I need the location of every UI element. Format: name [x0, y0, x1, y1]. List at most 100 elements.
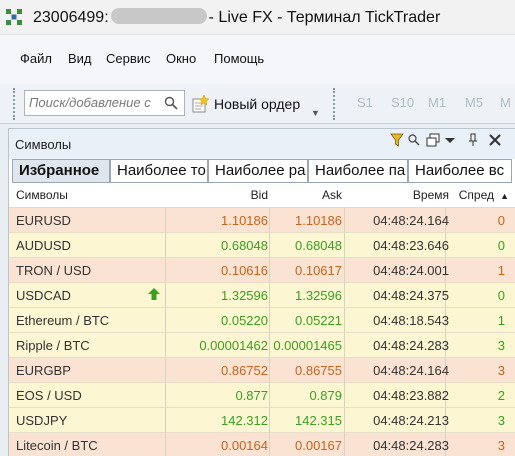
- column-divider: [344, 358, 345, 383]
- col-header-spread[interactable]: Спред: [459, 188, 494, 202]
- column-divider: [165, 308, 166, 333]
- table-row[interactable]: USDJPY 142.312 142.315 04:48:24.213 3: [9, 408, 515, 433]
- time-cell: 04:48:18.543: [373, 313, 449, 328]
- tab-most-rising[interactable]: Наиболее ра: [208, 159, 308, 183]
- table-row[interactable]: EURUSD 1.10186 1.10186 04:48:24.164 0: [9, 208, 515, 233]
- sort-ascending-icon: ▲: [500, 191, 509, 201]
- tab-most-traded[interactable]: Наиболее то: [110, 159, 208, 183]
- spread-cell: 1: [497, 263, 505, 278]
- spread-cell: 0: [497, 238, 505, 253]
- price-up-arrow-icon: [148, 288, 160, 300]
- new-order-icon: [192, 94, 210, 113]
- column-divider: [165, 258, 166, 283]
- timeframe-m[interactable]: M: [500, 95, 511, 110]
- column-divider: [269, 383, 270, 408]
- column-divider: [269, 333, 270, 358]
- panel-menu-chevron-down-icon[interactable]: [443, 133, 457, 147]
- time-cell: 04:48:24.001: [373, 263, 449, 278]
- symbols-panel: Символы Избранное Наиболее то Наиболее р…: [8, 128, 515, 456]
- window-title-suffix: - Live FX - Терминал TickTrader: [208, 9, 441, 26]
- table-row[interactable]: Ripple / BTC 0.00001462 0.00001465 04:48:24…: [9, 333, 515, 358]
- col-header-symbol[interactable]: Символы: [16, 188, 68, 202]
- table-row[interactable]: USDCAD 1.32596 1.32596 04:48:24.375 0: [9, 283, 515, 308]
- tab-most-falling[interactable]: Наиболее па: [308, 159, 408, 183]
- symbol-cell: AUDUSD: [16, 238, 71, 253]
- col-header-time[interactable]: Время: [413, 188, 449, 202]
- filter-icon[interactable]: [390, 133, 404, 147]
- column-divider: [165, 433, 166, 456]
- close-icon[interactable]: [488, 133, 502, 147]
- table-row[interactable]: TRON / USD 0.10616 0.10617 04:48:24.001 1: [9, 258, 515, 283]
- table-row[interactable]: EOS / USD 0.877 0.879 04:48:23.882 2: [9, 383, 515, 408]
- column-divider: [344, 383, 345, 408]
- bid-cell: 0.00001462: [199, 338, 268, 353]
- symbol-cell: EOS / USD: [16, 388, 82, 403]
- col-header-ask[interactable]: Ask: [322, 188, 342, 202]
- column-divider: [269, 433, 270, 456]
- toolbar: Новый ордер ▼ S1 S10 M1 M5 M: [0, 84, 515, 124]
- column-divider: [165, 383, 166, 408]
- toolbar-overflow-icon[interactable]: ▼: [311, 108, 320, 118]
- menu-service[interactable]: Сервис: [106, 51, 151, 66]
- bid-cell: 0.10616: [221, 263, 268, 278]
- symbol-cell: USDJPY: [16, 413, 68, 428]
- ask-cell: 0.879: [309, 388, 342, 403]
- timeframe-s10[interactable]: S10: [391, 95, 414, 110]
- search-box[interactable]: [24, 90, 185, 116]
- bid-cell: 142.312: [221, 413, 268, 428]
- toolbar-grip-2[interactable]: [333, 88, 336, 120]
- menu-window[interactable]: Окно: [166, 51, 196, 66]
- detach-window-icon[interactable]: [426, 133, 440, 147]
- time-cell: 04:48:23.882: [373, 388, 449, 403]
- table-row[interactable]: Litecoin / BTC 0.00164 0.00167 04:48:24.283…: [9, 433, 515, 456]
- symbol-cell: Ripple / BTC: [16, 338, 90, 353]
- title-bar: 23006499: - Live FX - Терминал TickTrader: [0, 0, 515, 34]
- table-row[interactable]: AUDUSD 0.68048 0.68048 04:48:23.646 0: [9, 233, 515, 258]
- column-divider: [344, 408, 345, 433]
- search-icon[interactable]: [164, 96, 178, 110]
- panel-header: Символы: [9, 129, 515, 159]
- app-logo-icon: [6, 9, 22, 25]
- tab-most-volatile[interactable]: Наиболее вс: [408, 159, 512, 183]
- column-divider: [165, 208, 166, 233]
- symbol-search-input[interactable]: [29, 95, 159, 110]
- column-divider: [344, 433, 345, 456]
- menu-file[interactable]: Файл: [20, 51, 52, 66]
- ask-cell: 1.10186: [295, 213, 342, 228]
- spread-cell: 2: [497, 388, 505, 403]
- spread-cell: 3: [497, 438, 505, 453]
- redacted-name: [110, 8, 207, 24]
- column-divider: [344, 233, 345, 258]
- time-cell: 04:48:24.283: [373, 438, 449, 453]
- toolbar-grip[interactable]: [13, 88, 16, 120]
- menu-view[interactable]: Вид: [68, 51, 92, 66]
- col-header-bid[interactable]: Bid: [251, 188, 268, 202]
- column-divider: [269, 283, 270, 308]
- menu-help[interactable]: Помощь: [214, 51, 264, 66]
- spread-cell: 1: [497, 313, 505, 328]
- time-cell: 04:48:24.213: [373, 413, 449, 428]
- ask-cell: 0.00167: [295, 438, 342, 453]
- column-divider: [165, 283, 166, 308]
- bid-cell: 0.877: [235, 388, 268, 403]
- spread-cell: 3: [497, 413, 505, 428]
- pin-icon[interactable]: [466, 133, 480, 147]
- column-divider: [344, 308, 345, 333]
- timeframe-m5[interactable]: M5: [465, 95, 483, 110]
- tab-favorites[interactable]: Избранное: [12, 159, 110, 183]
- column-divider: [344, 283, 345, 308]
- column-divider: [269, 308, 270, 333]
- timeframe-s1[interactable]: S1: [357, 95, 373, 110]
- time-cell: 04:48:24.164: [373, 213, 449, 228]
- bid-cell: 1.10186: [221, 213, 268, 228]
- new-order-button[interactable]: Новый ордер: [190, 91, 300, 117]
- search-icon[interactable]: [407, 133, 421, 147]
- column-divider: [165, 233, 166, 258]
- table-row[interactable]: Ethereum / BTC 0.05220 0.05221 04:48:18.543…: [9, 308, 515, 333]
- table-row[interactable]: EURGBP 0.86752 0.86755 04:48:24.164 3: [9, 358, 515, 383]
- time-cell: 04:48:24.283: [373, 338, 449, 353]
- symbol-cell: EURUSD: [16, 213, 71, 228]
- timeframe-m1[interactable]: M1: [428, 95, 446, 110]
- bid-cell: 1.32596: [221, 288, 268, 303]
- symbol-cell: TRON / USD: [16, 263, 92, 278]
